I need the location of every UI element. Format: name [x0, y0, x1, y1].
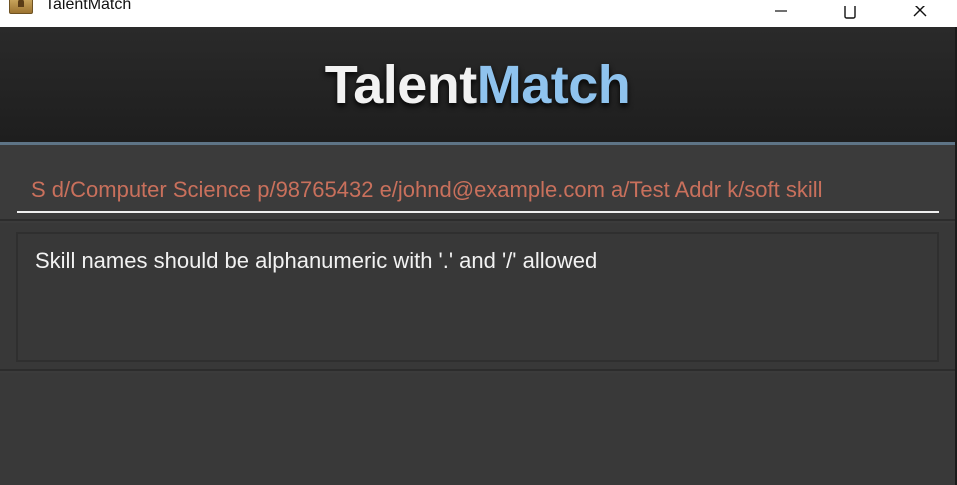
app-brand-title: TalentMatch — [0, 53, 955, 117]
list-panel — [0, 373, 955, 485]
minimize-icon — [775, 9, 787, 12]
brand-part-match: Match — [476, 55, 631, 115]
maximize-icon — [844, 5, 856, 19]
command-box — [0, 145, 955, 221]
app-window: TalentMatch Skill names should be alphan… — [0, 27, 955, 485]
maximize-button[interactable] — [827, 0, 873, 27]
app-icon — [9, 0, 33, 14]
brand-part-talent: Talent — [324, 55, 478, 115]
window-titlebar[interactable]: TalentMatch — [0, 0, 957, 27]
result-message: Skill names should be alphanumeric with … — [35, 248, 598, 273]
minimize-button[interactable] — [758, 0, 804, 27]
result-display-area: Skill names should be alphanumeric with … — [0, 223, 955, 371]
window-title: TalentMatch — [45, 0, 132, 13]
close-button[interactable] — [897, 0, 943, 27]
command-input[interactable] — [17, 169, 939, 213]
result-display: Skill names should be alphanumeric with … — [16, 232, 939, 362]
close-icon — [913, 5, 927, 16]
app-header: TalentMatch — [0, 27, 955, 142]
